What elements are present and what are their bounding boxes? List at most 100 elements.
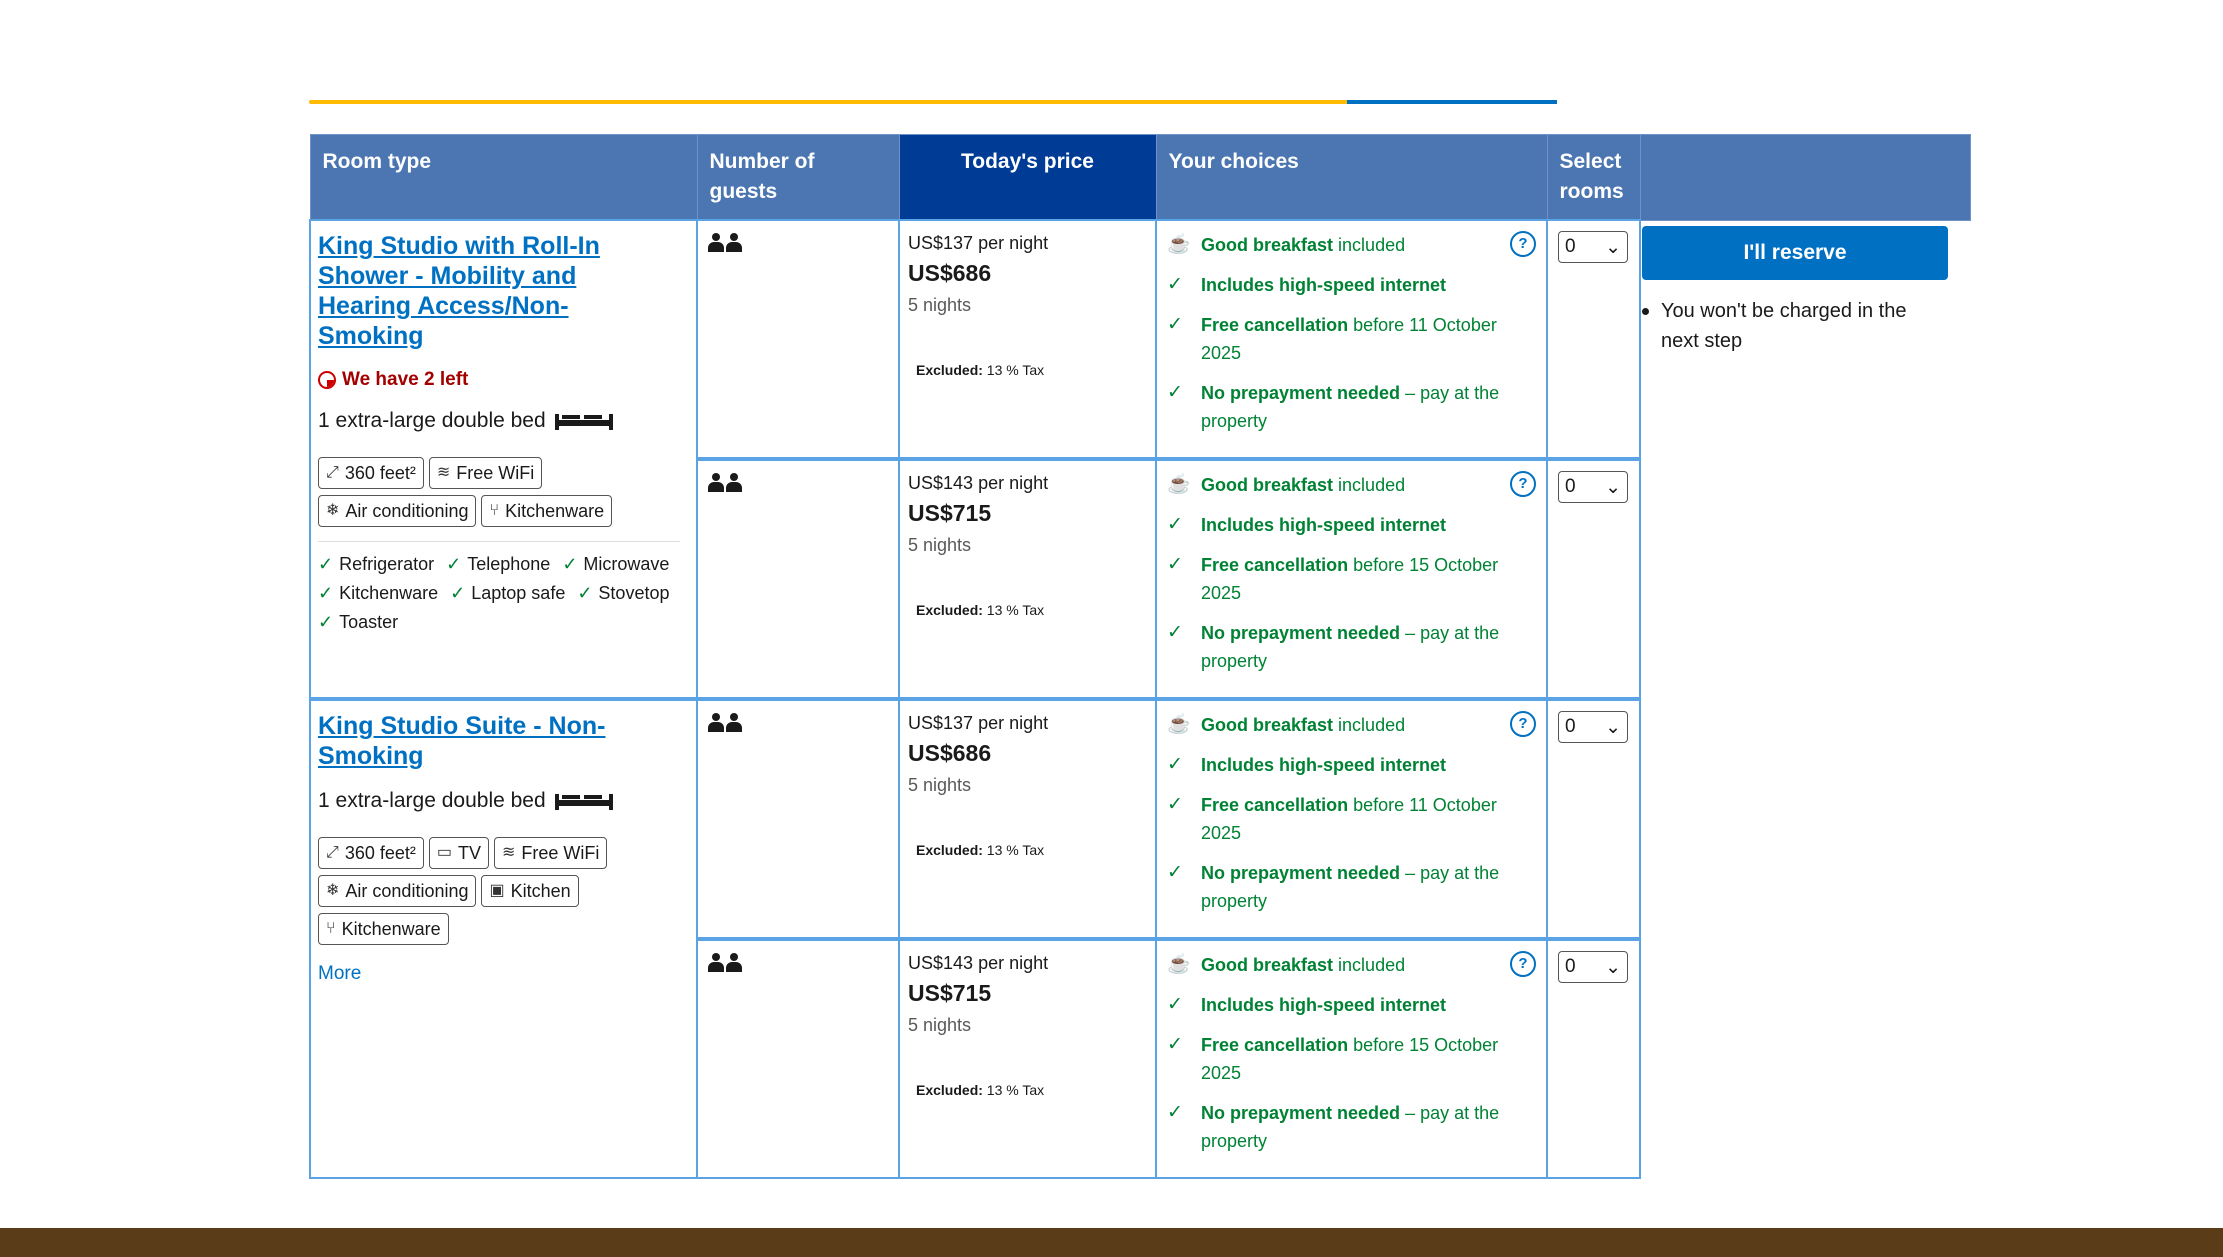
guests-cell: [697, 699, 899, 939]
cancellation-choice: ✓Free cancellation before 15 October 202…: [1167, 1031, 1536, 1087]
help-icon[interactable]: ?: [1510, 471, 1536, 497]
room-name-link[interactable]: King Studio Suite - Non-Smoking: [318, 711, 618, 771]
facility-badge: ⑂ Kitchenware: [318, 913, 449, 945]
clock-icon: [318, 371, 336, 389]
footer-band: [0, 1228, 2223, 1257]
header-choices: Your choices: [1156, 135, 1547, 221]
facility-badge: ≋ Free WiFi: [429, 457, 542, 489]
search-bar-accent: [1347, 100, 1557, 104]
room-name-link[interactable]: King Studio with Roll-In Shower - Mobili…: [318, 231, 618, 351]
room-quantity-select[interactable]: 0⌄: [1558, 231, 1628, 263]
price-total: US$715: [908, 500, 1147, 527]
check-icon: ✓: [1167, 379, 1187, 435]
amenity-item: ✓ Kitchenware: [318, 583, 438, 604]
size-icon: ⤢: [326, 465, 339, 481]
reserve-button[interactable]: I'll reserve: [1642, 226, 1948, 280]
facility-label: 360 feet²: [345, 843, 416, 864]
utensils-icon: ⑂: [489, 503, 499, 519]
check-icon: ✓: [318, 583, 333, 604]
price-cell: US$137 per night US$686 5 nights Exclude…: [899, 699, 1156, 939]
bed-info: 1 extra-large double bed: [318, 409, 688, 433]
check-icon: ✓: [1167, 551, 1187, 607]
price-total: US$715: [908, 980, 1147, 1007]
tv-icon: ▭: [437, 845, 452, 861]
person-icon: [708, 953, 724, 973]
help-icon[interactable]: ?: [1510, 951, 1536, 977]
check-icon: ✓: [1167, 511, 1187, 539]
person-icon: [708, 713, 724, 733]
facility-list: ⤢360 feet² ▭TV ≋Free WiFi ❄Air condition…: [318, 837, 688, 945]
room-cell: King Studio with Roll-In Shower - Mobili…: [310, 220, 697, 699]
facility-label: Kitchenware: [342, 919, 441, 940]
room-quantity-select[interactable]: 0⌄: [1558, 711, 1628, 743]
header-room-type: Room type: [310, 135, 697, 221]
header-reserve: [1640, 135, 1970, 221]
bed-icon: [554, 410, 614, 432]
header-select: Select rooms: [1547, 135, 1640, 221]
help-icon[interactable]: ?: [1510, 231, 1536, 257]
check-icon: ✓: [1167, 991, 1187, 1019]
wifi-icon: ≋: [437, 465, 450, 481]
more-link[interactable]: More: [318, 963, 688, 985]
check-icon: ✓: [450, 583, 465, 604]
facility-label: Kitchenware: [505, 501, 604, 522]
facility-label: Free WiFi: [456, 463, 534, 484]
room-cell: King Studio Suite - Non-Smoking 1 extra-…: [310, 699, 697, 1178]
tax-note: Excluded: 13 % Tax: [908, 362, 1147, 378]
amenity-item: ✓Stovetop: [577, 583, 669, 604]
price-cell: US$143 per night US$715 5 nights Exclude…: [899, 459, 1156, 699]
snowflake-icon: ❄: [326, 503, 339, 519]
guests-icon: [698, 461, 898, 505]
person-icon: [708, 473, 724, 493]
amenity-label: Kitchenware: [339, 583, 438, 604]
price-per-night: US$143 per night: [908, 953, 1147, 974]
tax-note: Excluded: 13 % Tax: [908, 842, 1147, 858]
choices-cell: ? ☕Good breakfast included ✓Includes hig…: [1156, 699, 1547, 939]
facility-badge: ⑂ Kitchenware: [481, 495, 612, 527]
room-quantity-select[interactable]: 0⌄: [1558, 471, 1628, 503]
facility-label: Air conditioning: [345, 501, 468, 522]
bullet-icon: [1642, 308, 1649, 315]
check-icon: ✓: [318, 554, 333, 575]
check-icon: ✓: [1167, 751, 1187, 779]
amenity-item: ✓Refrigerator: [318, 554, 434, 575]
facility-badge: ❄Air conditioning: [318, 875, 476, 907]
guests-cell: [697, 459, 899, 699]
internet-choice: ✓Includes high-speed internet: [1167, 511, 1536, 539]
facility-badge: ⤢ 360 feet²: [318, 457, 424, 489]
tax-note: Excluded: 13 % Tax: [908, 1082, 1147, 1098]
person-icon: [726, 233, 742, 253]
snowflake-icon: ❄: [326, 883, 339, 899]
chevron-down-icon: ⌄: [1605, 236, 1621, 259]
reserve-column: [1640, 220, 1970, 1178]
prepayment-choice: ✓No prepayment needed – pay at the prope…: [1167, 379, 1536, 435]
select-cell: 0⌄: [1547, 939, 1640, 1178]
nights-count: 5 nights: [908, 535, 1147, 556]
price-total: US$686: [908, 260, 1147, 287]
search-bar-edge: [309, 100, 1557, 104]
choices-cell: ? ☕Good breakfast included ✓Includes hig…: [1156, 220, 1547, 459]
utensils-icon: ⑂: [326, 921, 336, 937]
guests-icon: [698, 701, 898, 745]
amenity-item: ✓Laptop safe: [450, 583, 565, 604]
check-icon: ✓: [1167, 311, 1187, 367]
guests-icon: [698, 941, 898, 985]
chevron-down-icon: ⌄: [1605, 476, 1621, 499]
amenity-list: ✓Refrigerator ✓Telephone ✓Microwave ✓Kit…: [318, 554, 688, 633]
check-icon: ✓: [1167, 1099, 1187, 1155]
check-icon: ✓: [562, 554, 577, 575]
person-icon: [708, 233, 724, 253]
facility-badge: ≋Free WiFi: [494, 837, 607, 869]
amenity-label: Telephone: [467, 554, 550, 575]
chevron-down-icon: ⌄: [1605, 956, 1621, 979]
coffee-icon: ☕: [1167, 231, 1187, 259]
amenity-label: Microwave: [583, 554, 669, 575]
facility-badge: ❄ Air conditioning: [318, 495, 476, 527]
room-quantity-select[interactable]: 0⌄: [1558, 951, 1628, 983]
guests-icon: [698, 221, 898, 265]
price-per-night: US$137 per night: [908, 713, 1147, 734]
price-per-night: US$137 per night: [908, 233, 1147, 254]
check-icon: ✓: [1167, 859, 1187, 915]
help-icon[interactable]: ?: [1510, 711, 1536, 737]
facility-label: 360 feet²: [345, 463, 416, 484]
